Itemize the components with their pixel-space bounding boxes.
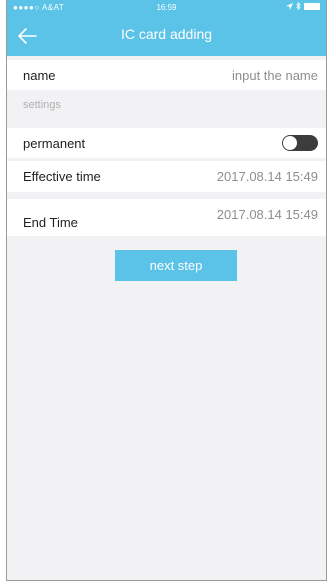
effective-time-label: Effective time: [23, 169, 101, 184]
status-time: 16:59: [156, 3, 177, 12]
name-input[interactable]: input the name: [232, 68, 318, 83]
permanent-label: permanent: [23, 136, 86, 151]
app-header: ●●●●○ A&AT 16:59 IC card adding: [7, 0, 326, 56]
name-label: name: [23, 68, 56, 83]
bluetooth-icon: [296, 2, 301, 10]
end-time-label: End Time: [23, 215, 78, 230]
end-time-row[interactable]: End Time 2017.08.14 15:49: [7, 199, 326, 236]
nav-bar: IC card adding: [7, 16, 326, 56]
battery-icon: [304, 2, 320, 10]
toggle-knob: [283, 136, 297, 150]
name-row[interactable]: name input the name: [7, 60, 326, 90]
effective-time-row[interactable]: Effective time 2017.08.14 15:49: [7, 161, 326, 192]
location-icon: [286, 2, 293, 10]
permanent-toggle[interactable]: [282, 135, 318, 151]
status-bar: ●●●●○ A&AT 16:59: [7, 0, 326, 16]
next-step-button[interactable]: next step: [115, 250, 237, 281]
status-icons: [286, 2, 320, 10]
settings-section-label: settings: [23, 99, 61, 111]
effective-time-value[interactable]: 2017.08.14 15:49: [217, 169, 318, 184]
phone-screen: ●●●●○ A&AT 16:59 IC card adding name inp…: [6, 0, 327, 581]
permanent-row: permanent: [7, 128, 326, 158]
end-time-value[interactable]: 2017.08.14 15:49: [217, 207, 318, 222]
page-title: IC card adding: [120, 26, 213, 42]
